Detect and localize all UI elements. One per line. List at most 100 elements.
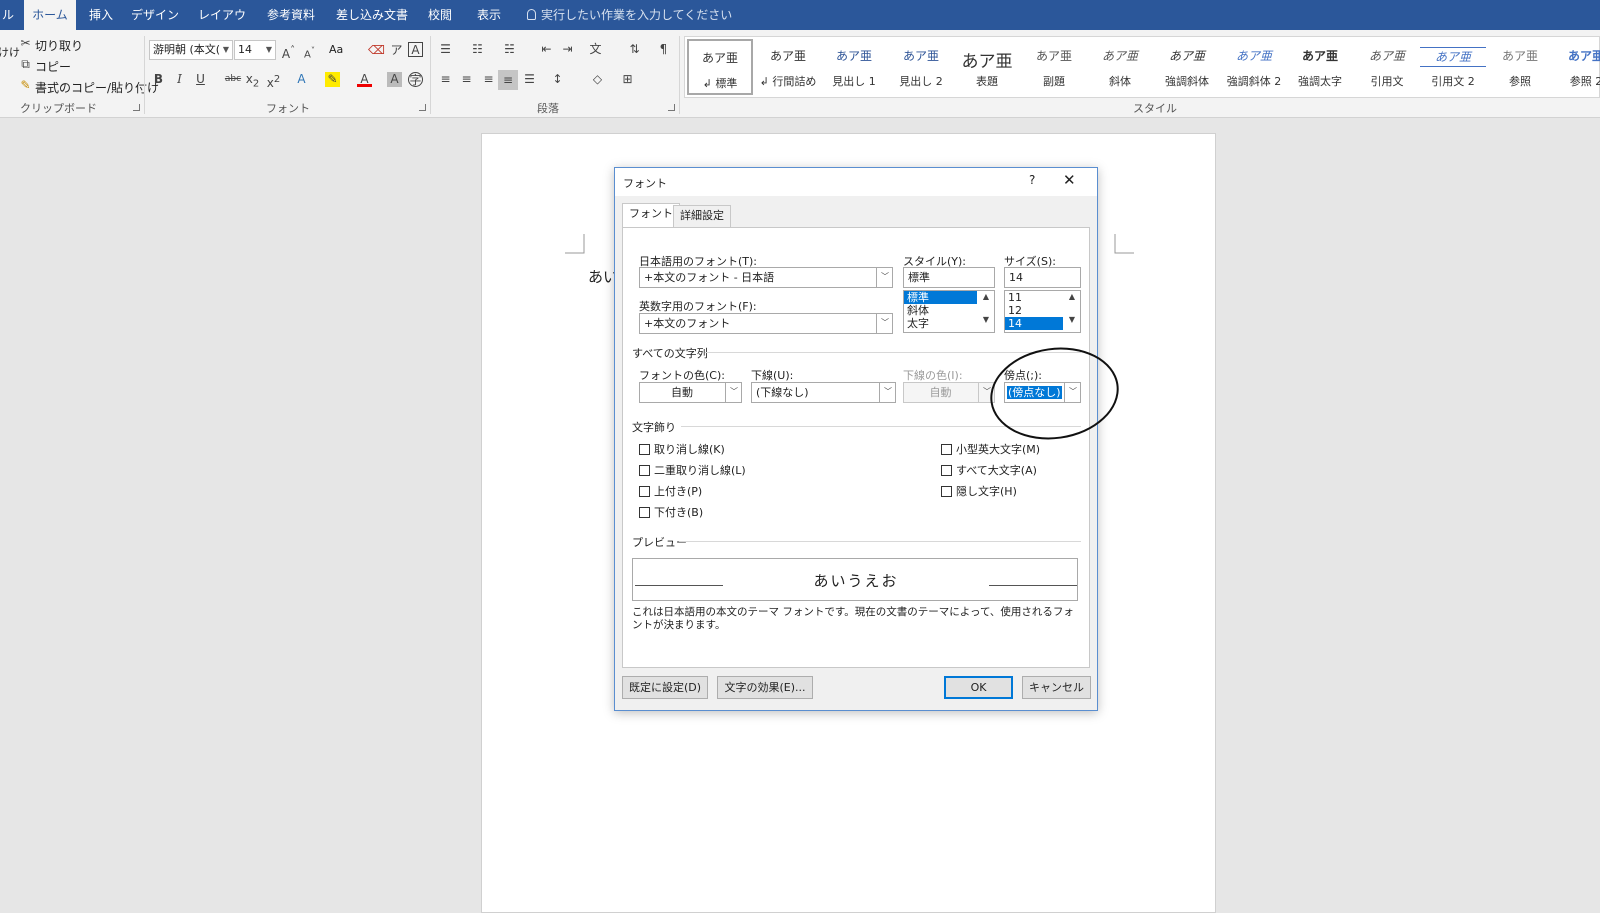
style-gallery-item[interactable]: あア亜 引用文 xyxy=(1354,39,1420,95)
ribbon-tab[interactable]: デザイン xyxy=(130,0,180,30)
help-button[interactable]: ? xyxy=(1029,173,1035,187)
phonetic-guide-icon[interactable]: ア xyxy=(389,43,404,58)
list-item[interactable]: 14 xyxy=(1005,317,1063,330)
checkbox-box[interactable] xyxy=(639,507,650,518)
style-gallery-item[interactable]: あア亜 強調太字 xyxy=(1287,39,1353,95)
size-input[interactable]: 14 xyxy=(1004,267,1081,288)
underline-combo[interactable]: (下線なし) ﹀ xyxy=(751,382,896,403)
chevron-down-icon[interactable]: ﹀ xyxy=(876,314,892,333)
numbering-icon[interactable]: ☷ xyxy=(470,42,485,57)
checkbox-box[interactable] xyxy=(639,444,650,455)
asian-layout-icon[interactable]: 文 xyxy=(588,42,603,57)
shrink-font-icon[interactable]: A˅ xyxy=(302,43,317,60)
format-painter-button[interactable]: 書式のコピー/貼り付け xyxy=(35,79,159,96)
justify-icon[interactable]: ≡ xyxy=(498,70,518,90)
strikethrough-icon[interactable]: abc xyxy=(223,72,243,87)
all-caps-checkbox[interactable]: すべて大文字(A) xyxy=(941,462,1037,478)
ribbon-tab[interactable]: 差し込み文書 xyxy=(334,0,410,30)
show-marks-icon[interactable]: ¶ xyxy=(656,42,671,57)
style-list[interactable]: 標準 斜体 太字 ▲ ▼ xyxy=(903,290,995,333)
ribbon-tab[interactable]: 挿入 xyxy=(86,0,116,30)
italic-icon[interactable]: I xyxy=(172,72,187,87)
font-size-combo[interactable]: 14 ▼ xyxy=(234,40,276,60)
ribbon-tab[interactable]: レイアウト xyxy=(193,0,251,52)
small-caps-checkbox[interactable]: 小型英大文字(M) xyxy=(941,441,1040,457)
font-color-icon[interactable]: A xyxy=(357,72,372,87)
cut-button[interactable]: 切り取り xyxy=(35,37,83,54)
ribbon-tab[interactable]: 校閲 xyxy=(425,0,455,30)
tab-advanced[interactable]: 詳細設定 xyxy=(673,205,731,227)
line-spacing-icon[interactable]: ↕ xyxy=(550,72,565,87)
cancel-button[interactable]: キャンセル xyxy=(1022,676,1091,699)
chevron-down-icon[interactable]: ﹀ xyxy=(876,268,892,287)
grow-font-icon[interactable]: A˄ xyxy=(281,43,296,61)
style-gallery-item[interactable]: あア亜 引用文 2 xyxy=(1420,39,1486,95)
chevron-down-icon[interactable]: ﹀ xyxy=(879,383,895,402)
scrollbar[interactable]: ▲ ▼ xyxy=(1064,291,1080,332)
superscript-icon[interactable]: x2 xyxy=(266,72,281,90)
set-default-button[interactable]: 既定に設定(D) xyxy=(622,676,708,699)
jp-font-combo[interactable]: +本文のフォント - 日本語 ﹀ xyxy=(639,267,893,288)
paragraph-launcher-icon[interactable] xyxy=(668,104,675,111)
style-input[interactable]: 標準 xyxy=(903,267,995,288)
ok-button[interactable]: OK xyxy=(944,676,1013,699)
style-gallery-item[interactable]: あア亜 表題 xyxy=(954,39,1020,95)
checkbox-box[interactable] xyxy=(639,486,650,497)
ribbon-tab[interactable]: 参考資料 xyxy=(263,0,319,30)
checkbox-box[interactable] xyxy=(941,444,952,455)
checkbox-box[interactable] xyxy=(639,465,650,476)
bold-icon[interactable]: B xyxy=(151,72,166,87)
style-gallery-item[interactable]: あア亜 参照 2 xyxy=(1553,39,1600,95)
style-gallery-item[interactable]: あア亜 強調斜体 xyxy=(1154,39,1220,95)
style-gallery-item[interactable]: あア亜 参照 xyxy=(1487,39,1553,95)
highlight-icon[interactable]: ✎ xyxy=(325,72,340,87)
distributed-icon[interactable]: ☰ xyxy=(522,72,537,87)
align-left-icon[interactable]: ≡ xyxy=(438,72,453,87)
font-launcher-icon[interactable] xyxy=(419,104,426,111)
strikethrough-checkbox[interactable]: 取り消し線(K) xyxy=(639,441,725,457)
subscript-checkbox[interactable]: 下付き(B) xyxy=(639,504,703,520)
checkbox-box[interactable] xyxy=(941,465,952,476)
multilevel-list-icon[interactable]: ☵ xyxy=(502,42,517,57)
underline-icon[interactable]: U xyxy=(193,72,208,87)
copy-button[interactable]: コピー xyxy=(35,58,71,75)
list-item[interactable]: 標準 xyxy=(904,291,977,304)
sort-icon[interactable]: ⇅ xyxy=(627,42,642,57)
style-gallery-item[interactable]: あア亜 副題 xyxy=(1021,39,1087,95)
text-effects-icon[interactable]: A xyxy=(294,72,309,87)
hidden-checkbox[interactable]: 隠し文字(H) xyxy=(941,483,1017,499)
paste-button-partial[interactable]: けけ xyxy=(0,44,20,60)
superscript-checkbox[interactable]: 上付き(P) xyxy=(639,483,702,499)
increase-indent-icon[interactable]: ⇥ xyxy=(560,42,575,57)
en-font-combo[interactable]: +本文のフォント ﹀ xyxy=(639,313,893,334)
size-list[interactable]: 11 12 14 ▲ ▼ xyxy=(1004,290,1081,333)
decrease-indent-icon[interactable]: ⇤ xyxy=(539,42,554,57)
checkbox-box[interactable] xyxy=(941,486,952,497)
ribbon-tab[interactable]: ル xyxy=(0,0,16,30)
style-gallery-item[interactable]: あア亜 ↲ 行間詰め xyxy=(755,39,821,95)
align-center-icon[interactable]: ≡ xyxy=(459,72,474,87)
borders-icon[interactable]: ⊞ xyxy=(620,72,635,87)
style-gallery-item[interactable]: あア亜 見出し 1 xyxy=(821,39,887,95)
style-gallery-item[interactable]: あア亜 斜体 xyxy=(1087,39,1153,95)
style-gallery-item[interactable]: あア亜 見出し 2 xyxy=(888,39,954,95)
font-name-combo[interactable]: 游明朝 (本文(▼ xyxy=(149,40,233,60)
character-border-icon[interactable]: A xyxy=(408,42,423,57)
ribbon-tab[interactable]: ホーム xyxy=(24,0,76,30)
text-effects-button[interactable]: 文字の効果(E)... xyxy=(717,676,813,699)
style-gallery-item[interactable]: あア亜 ↲ 標準 xyxy=(687,39,753,95)
chevron-down-icon[interactable]: ﹀ xyxy=(725,383,741,402)
tab-font[interactable]: フォント xyxy=(622,203,680,228)
double-strikethrough-checkbox[interactable]: 二重取り消し線(L) xyxy=(639,462,746,478)
enclose-characters-icon[interactable]: 字 xyxy=(408,72,423,87)
change-case-button[interactable]: Aa xyxy=(329,43,343,56)
align-right-icon[interactable]: ≡ xyxy=(481,72,496,87)
scrollbar[interactable]: ▲ ▼ xyxy=(978,291,994,332)
subscript-icon[interactable]: x2 xyxy=(245,72,260,89)
font-color-combo[interactable]: 自動 ﹀ xyxy=(639,382,742,403)
shading-icon[interactable]: ◇ xyxy=(590,72,605,87)
style-gallery-item[interactable]: あア亜 強調斜体 2 xyxy=(1221,39,1287,95)
clear-formatting-icon[interactable]: ⌫ xyxy=(368,43,385,58)
tell-me-box[interactable]: 実行したい作業を入力してください xyxy=(527,0,732,30)
character-shading-icon[interactable]: A xyxy=(387,72,402,87)
